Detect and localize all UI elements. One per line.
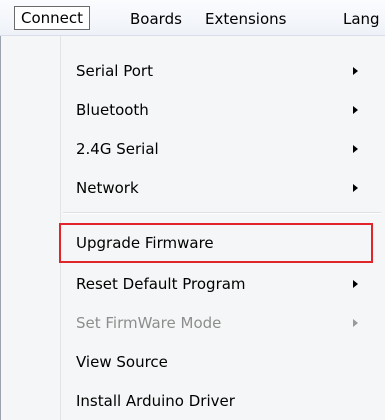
menu-item-label: Bluetooth (76, 101, 149, 119)
menu-item-label: View Source (76, 353, 168, 371)
menu-item-reset-default-program[interactable]: Reset Default Program (1, 265, 385, 303)
submenu-arrow-icon (353, 319, 358, 327)
submenu-arrow-icon (353, 106, 358, 114)
menu-boards[interactable]: Boards (130, 8, 182, 30)
menu-item-label: Install Arduino Driver (76, 392, 235, 410)
menu-bar: Connect Boards Extensions Lang (0, 0, 385, 36)
menu-item-label: Network (76, 179, 139, 197)
menu-item-2-4g-serial[interactable]: 2.4G Serial (1, 130, 385, 168)
menu-item-set-firmware-mode: Set FirmWare Mode (1, 304, 385, 342)
menu-item-network[interactable]: Network (1, 169, 385, 207)
menu-connect[interactable]: Connect (14, 6, 91, 30)
menu-item-install-arduino-driver[interactable]: Install Arduino Driver (1, 382, 385, 420)
menu-item-view-source[interactable]: View Source (1, 343, 385, 381)
submenu-arrow-icon (353, 280, 358, 288)
menu-item-serial-port[interactable]: Serial Port (1, 52, 385, 90)
menu-item-label: Serial Port (76, 62, 153, 80)
submenu-arrow-icon (353, 184, 358, 192)
menu-item-label: Set FirmWare Mode (76, 314, 222, 332)
highlight-annotation-box (59, 223, 373, 263)
menu-language[interactable]: Lang (343, 8, 380, 30)
menu-separator-highlight (63, 213, 381, 214)
connect-dropdown-menu: Serial Port Bluetooth 2.4G Serial Networ… (0, 36, 385, 420)
menu-extensions[interactable]: Extensions (205, 8, 286, 30)
menu-item-bluetooth[interactable]: Bluetooth (1, 91, 385, 129)
submenu-arrow-icon (353, 145, 358, 153)
menu-item-label: Reset Default Program (76, 275, 246, 293)
submenu-arrow-icon (353, 67, 358, 75)
menu-item-label: 2.4G Serial (76, 140, 159, 158)
